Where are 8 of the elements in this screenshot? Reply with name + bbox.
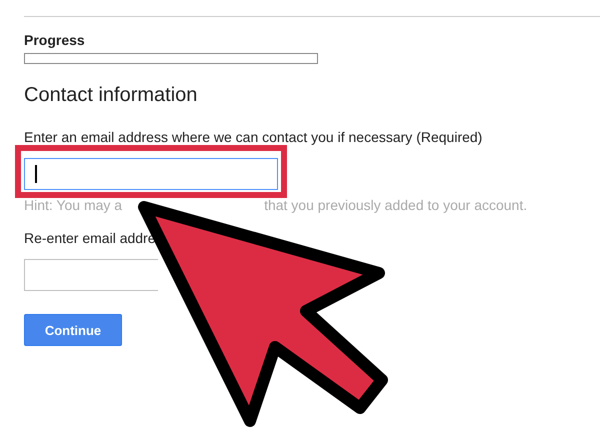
field-label: Enter an email address where we can contact you if necessary (Required) (24, 129, 484, 145)
progress-label: Progress (24, 32, 86, 48)
hint-text: Hint: You may a (24, 197, 122, 213)
email-field[interactable] (24, 158, 278, 190)
email-confirm-field[interactable] (24, 259, 158, 291)
continue-button[interactable]: Continue (24, 314, 122, 346)
hint-text: that you previously added to your account. (264, 197, 528, 213)
section-title: Contact information (24, 84, 198, 107)
